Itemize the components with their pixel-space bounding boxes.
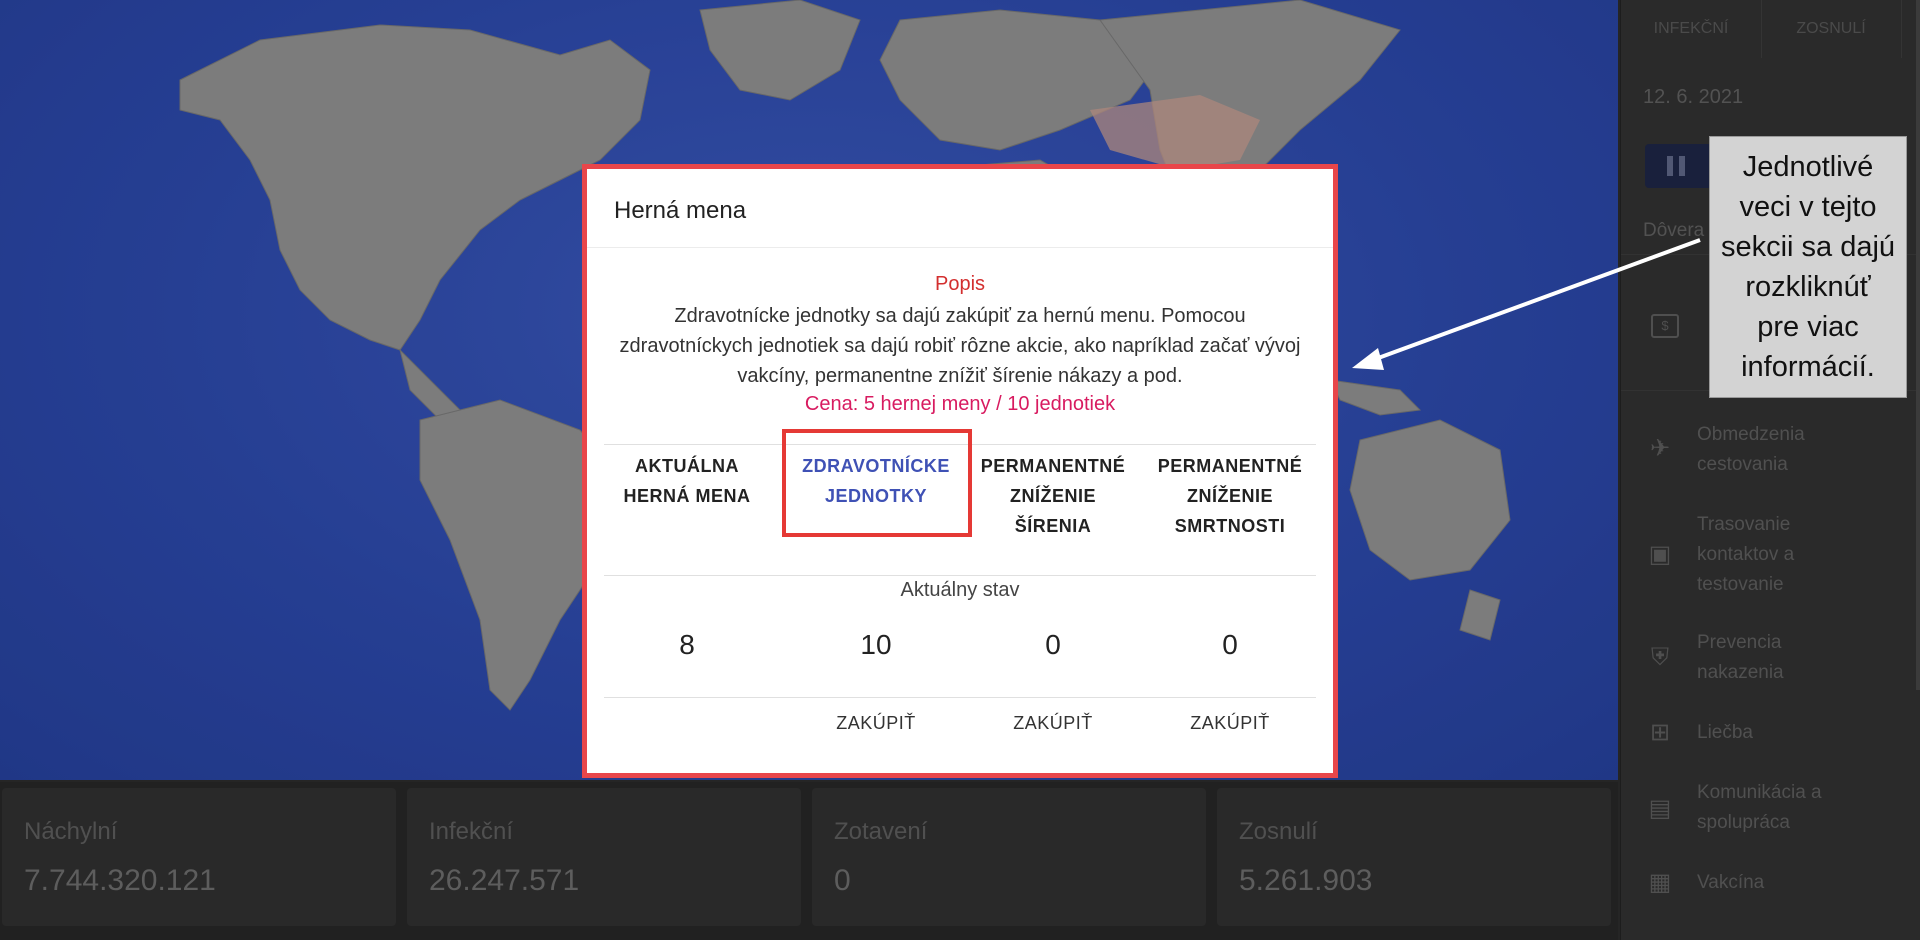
annotation-line: veci v tejto — [1739, 191, 1877, 223]
annotation-callout: Jednotlivé veci v tejto sekcii sa dajú r… — [1709, 136, 1907, 398]
annotation-line: rozkliknúť — [1745, 271, 1871, 303]
annotation-arrow — [1352, 238, 1701, 370]
arrow-head — [1352, 348, 1384, 370]
annotation-line: informácií. — [1741, 351, 1875, 383]
arrow-line — [1361, 238, 1701, 366]
annotation-line: pre viac — [1757, 311, 1859, 343]
annotation-line: Jednotlivé — [1742, 151, 1874, 183]
annotation-line: sekcii sa dajú — [1720, 231, 1896, 263]
